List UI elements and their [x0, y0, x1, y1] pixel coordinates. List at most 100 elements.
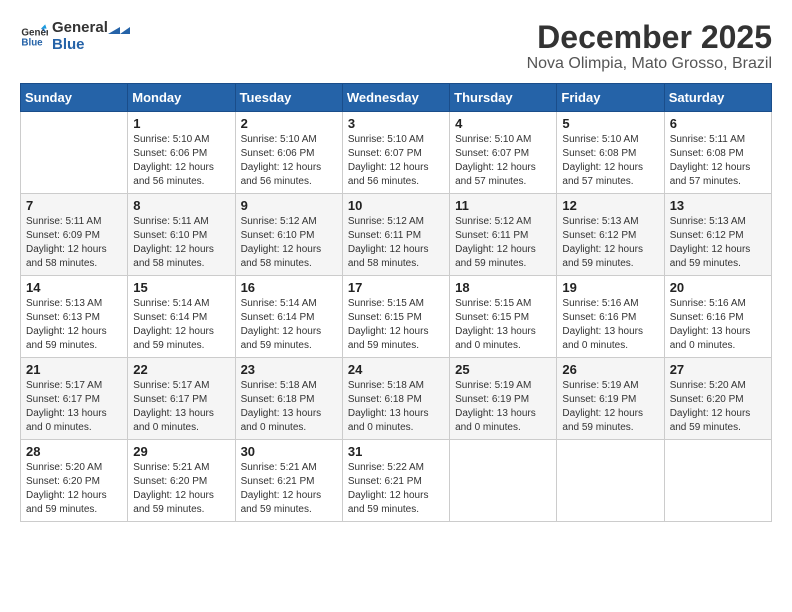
day-info: Sunrise: 5:16 AM Sunset: 6:16 PM Dayligh…	[562, 297, 658, 353]
calendar-cell	[21, 112, 128, 194]
day-number: 12	[562, 198, 658, 213]
day-info: Sunrise: 5:22 AM Sunset: 6:21 PM Dayligh…	[348, 461, 444, 517]
calendar-cell: 13Sunrise: 5:13 AM Sunset: 6:12 PM Dayli…	[664, 194, 771, 276]
day-number: 29	[133, 444, 229, 459]
calendar-cell: 21 Sunrise: 5:17 AM Sunset: 6:17 PM Dayli…	[21, 358, 128, 440]
day-info: Sunrise: 5:10 AM Sunset: 6:07 PM Dayligh…	[455, 133, 551, 189]
day-info: Sunrise: 5:21 AM Sunset: 6:20 PM Dayligh…	[133, 461, 229, 517]
calendar-cell: 11 Sunrise: 5:12 AM Sunset: 6:11 PM Dayli…	[450, 194, 557, 276]
weekday-header-sunday: Sunday	[21, 84, 128, 112]
calendar-cell: 6 Sunrise: 5:11 AM Sunset: 6:08 PM Daylig…	[664, 112, 771, 194]
calendar-cell: 25Sunrise: 5:19 AM Sunset: 6:19 PM Dayli…	[450, 358, 557, 440]
day-info: Sunrise: 5:11 AM Sunset: 6:09 PM Dayligh…	[26, 215, 122, 271]
calendar-cell: 7 Sunrise: 5:11 AM Sunset: 6:09 PM Daylig…	[21, 194, 128, 276]
calendar-cell: 2Sunrise: 5:10 AM Sunset: 6:06 PM Daylig…	[235, 112, 342, 194]
weekday-header-thursday: Thursday	[450, 84, 557, 112]
month-title: December 2025	[527, 20, 772, 55]
calendar-cell: 28 Sunrise: 5:20 AM Sunset: 6:20 PM Dayli…	[21, 440, 128, 522]
calendar-week-row: 28 Sunrise: 5:20 AM Sunset: 6:20 PM Dayli…	[21, 440, 772, 522]
calendar-cell: 31Sunrise: 5:22 AM Sunset: 6:21 PM Dayli…	[342, 440, 449, 522]
day-number: 11	[455, 198, 551, 213]
day-info: Sunrise: 5:18 AM Sunset: 6:18 PM Dayligh…	[348, 379, 444, 435]
calendar-cell: 16 Sunrise: 5:14 AM Sunset: 6:14 PM Dayli…	[235, 276, 342, 358]
day-number: 16	[241, 280, 337, 295]
day-info: Sunrise: 5:20 AM Sunset: 6:20 PM Dayligh…	[670, 379, 766, 435]
svg-text:Blue: Blue	[21, 37, 43, 48]
day-number: 23	[241, 362, 337, 377]
day-number: 20	[670, 280, 766, 295]
title-area: December 2025 Nova Olimpia, Mato Grosso,…	[527, 20, 772, 73]
calendar: SundayMondayTuesdayWednesdayThursdayFrid…	[20, 83, 772, 522]
weekday-header-row: SundayMondayTuesdayWednesdayThursdayFrid…	[21, 84, 772, 112]
calendar-cell: 24Sunrise: 5:18 AM Sunset: 6:18 PM Dayli…	[342, 358, 449, 440]
day-info: Sunrise: 5:17 AM Sunset: 6:17 PM Dayligh…	[133, 379, 229, 435]
day-number: 25	[455, 362, 551, 377]
calendar-cell	[557, 440, 664, 522]
day-info: Sunrise: 5:12 AM Sunset: 6:11 PM Dayligh…	[348, 215, 444, 271]
calendar-cell: 23 Sunrise: 5:18 AM Sunset: 6:18 PM Dayli…	[235, 358, 342, 440]
day-info: Sunrise: 5:20 AM Sunset: 6:20 PM Dayligh…	[26, 461, 122, 517]
calendar-cell: 10 Sunrise: 5:12 AM Sunset: 6:11 PM Dayli…	[342, 194, 449, 276]
logo-line1: General	[52, 20, 108, 37]
calendar-cell	[450, 440, 557, 522]
day-number: 5	[562, 116, 658, 131]
weekday-header-monday: Monday	[128, 84, 235, 112]
day-info: Sunrise: 5:12 AM Sunset: 6:11 PM Dayligh…	[455, 215, 551, 271]
calendar-cell: 5 Sunrise: 5:10 AM Sunset: 6:08 PM Daylig…	[557, 112, 664, 194]
calendar-cell: 26 Sunrise: 5:19 AM Sunset: 6:19 PM Dayli…	[557, 358, 664, 440]
calendar-cell: 18Sunrise: 5:15 AM Sunset: 6:15 PM Dayli…	[450, 276, 557, 358]
day-number: 3	[348, 116, 444, 131]
day-number: 13	[670, 198, 766, 213]
calendar-cell: 3Sunrise: 5:10 AM Sunset: 6:07 PM Daylig…	[342, 112, 449, 194]
day-number: 28	[26, 444, 122, 459]
calendar-week-row: 21 Sunrise: 5:17 AM Sunset: 6:17 PM Dayli…	[21, 358, 772, 440]
logo-arrow-icon	[108, 22, 130, 44]
day-number: 7	[26, 198, 122, 213]
day-number: 21	[26, 362, 122, 377]
header: General Blue General Blue December 2025 …	[20, 20, 772, 73]
calendar-cell: 14Sunrise: 5:13 AM Sunset: 6:13 PM Dayli…	[21, 276, 128, 358]
day-number: 27	[670, 362, 766, 377]
day-number: 17	[348, 280, 444, 295]
day-number: 26	[562, 362, 658, 377]
day-info: Sunrise: 5:17 AM Sunset: 6:17 PM Dayligh…	[26, 379, 122, 435]
calendar-week-row: 7 Sunrise: 5:11 AM Sunset: 6:09 PM Daylig…	[21, 194, 772, 276]
day-info: Sunrise: 5:19 AM Sunset: 6:19 PM Dayligh…	[562, 379, 658, 435]
day-number: 6	[670, 116, 766, 131]
calendar-cell: 9Sunrise: 5:12 AM Sunset: 6:10 PM Daylig…	[235, 194, 342, 276]
weekday-header-tuesday: Tuesday	[235, 84, 342, 112]
logo: General Blue General Blue	[20, 20, 130, 53]
calendar-cell: 19 Sunrise: 5:16 AM Sunset: 6:16 PM Dayli…	[557, 276, 664, 358]
day-number: 8	[133, 198, 229, 213]
day-info: Sunrise: 5:16 AM Sunset: 6:16 PM Dayligh…	[670, 297, 766, 353]
weekday-header-friday: Friday	[557, 84, 664, 112]
day-info: Sunrise: 5:11 AM Sunset: 6:08 PM Dayligh…	[670, 133, 766, 189]
day-number: 10	[348, 198, 444, 213]
calendar-cell: 29 Sunrise: 5:21 AM Sunset: 6:20 PM Dayli…	[128, 440, 235, 522]
day-info: Sunrise: 5:18 AM Sunset: 6:18 PM Dayligh…	[241, 379, 337, 435]
day-number: 30	[241, 444, 337, 459]
calendar-cell: 8Sunrise: 5:11 AM Sunset: 6:10 PM Daylig…	[128, 194, 235, 276]
logo-icon: General Blue	[20, 23, 48, 51]
day-info: Sunrise: 5:12 AM Sunset: 6:10 PM Dayligh…	[241, 215, 337, 271]
day-number: 19	[562, 280, 658, 295]
calendar-header: SundayMondayTuesdayWednesdayThursdayFrid…	[21, 84, 772, 112]
logo-line2: Blue	[52, 37, 108, 54]
day-info: Sunrise: 5:14 AM Sunset: 6:14 PM Dayligh…	[133, 297, 229, 353]
calendar-cell: 20 Sunrise: 5:16 AM Sunset: 6:16 PM Dayli…	[664, 276, 771, 358]
subtitle: Nova Olimpia, Mato Grosso, Brazil	[527, 55, 772, 73]
day-number: 18	[455, 280, 551, 295]
calendar-body: 1Sunrise: 5:10 AM Sunset: 6:06 PM Daylig…	[21, 112, 772, 522]
day-info: Sunrise: 5:10 AM Sunset: 6:06 PM Dayligh…	[241, 133, 337, 189]
calendar-cell	[664, 440, 771, 522]
calendar-cell: 17Sunrise: 5:15 AM Sunset: 6:15 PM Dayli…	[342, 276, 449, 358]
calendar-cell: 4 Sunrise: 5:10 AM Sunset: 6:07 PM Daylig…	[450, 112, 557, 194]
day-info: Sunrise: 5:13 AM Sunset: 6:13 PM Dayligh…	[26, 297, 122, 353]
calendar-cell: 30 Sunrise: 5:21 AM Sunset: 6:21 PM Dayli…	[235, 440, 342, 522]
day-info: Sunrise: 5:10 AM Sunset: 6:08 PM Dayligh…	[562, 133, 658, 189]
day-info: Sunrise: 5:14 AM Sunset: 6:14 PM Dayligh…	[241, 297, 337, 353]
day-number: 4	[455, 116, 551, 131]
day-info: Sunrise: 5:13 AM Sunset: 6:12 PM Dayligh…	[562, 215, 658, 271]
weekday-header-wednesday: Wednesday	[342, 84, 449, 112]
day-info: Sunrise: 5:21 AM Sunset: 6:21 PM Dayligh…	[241, 461, 337, 517]
